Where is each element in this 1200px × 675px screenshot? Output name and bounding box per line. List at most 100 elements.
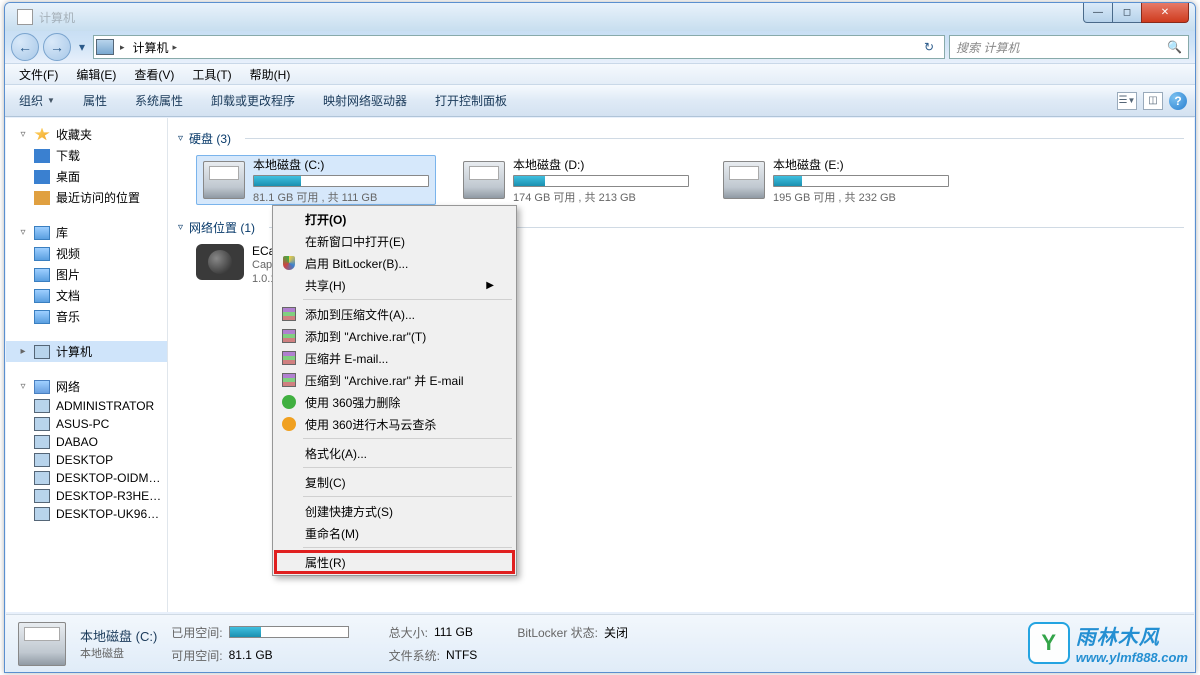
menu-edit[interactable]: 编辑(E)	[68, 64, 124, 85]
ctx-item-0[interactable]: 打开(O)	[275, 208, 514, 230]
search-input[interactable]: 搜索 计算机 🔍	[949, 35, 1189, 59]
drive-stat: 195 GB 可用 , 共 232 GB	[773, 189, 949, 205]
ctx-item-3[interactable]: 共享(H)▶	[275, 274, 514, 296]
ctx-label: 使用 360强力删除	[305, 394, 400, 411]
ctx-item-10[interactable]: 使用 360进行木马云查杀	[275, 413, 514, 435]
ctx-item-7[interactable]: 压缩并 E-mail...	[275, 347, 514, 369]
sidebar-net-3[interactable]: DESKTOP	[6, 451, 167, 469]
sidebar-libraries[interactable]: ▿库	[6, 222, 167, 243]
close-button[interactable]: ✕	[1141, 3, 1189, 23]
refresh-button[interactable]: ↻	[916, 40, 942, 54]
back-button[interactable]: ←	[11, 33, 39, 61]
tool-organize[interactable]: 组织 ▼	[13, 88, 61, 113]
sidebar-item-recent[interactable]: 最近访问的位置	[6, 187, 167, 208]
ctx-label: 压缩到 "Archive.rar" 并 E-mail	[305, 372, 464, 389]
menu-file[interactable]: 文件(F)	[11, 64, 66, 85]
view-mode-button[interactable]: ☰ ▼	[1117, 92, 1137, 110]
details-fs: NTFS	[446, 648, 477, 662]
section-drives-header[interactable]: ▿硬盘 (3)	[178, 126, 1184, 151]
360-icon	[282, 417, 296, 431]
ctx-item-5[interactable]: 添加到压缩文件(A)...	[275, 303, 514, 325]
ctx-item-12[interactable]: 格式化(A)...	[275, 442, 514, 464]
drive-item-1[interactable]: 本地磁盘 (D:) 174 GB 可用 , 共 213 GB	[456, 155, 696, 205]
ctx-item-6[interactable]: 添加到 "Archive.rar"(T)	[275, 325, 514, 347]
ctx-item-1[interactable]: 在新窗口中打开(E)	[275, 230, 514, 252]
body: ▿收藏夹 下载 桌面 最近访问的位置 ▿库 视频 图片 文档 音乐 ▸计算机 ▿…	[6, 118, 1194, 612]
minimize-button[interactable]: —	[1083, 3, 1113, 23]
sidebar-item-documents[interactable]: 文档	[6, 285, 167, 306]
pc-icon	[34, 435, 50, 449]
breadcrumb[interactable]: ▸ 计算机▸ ↻	[93, 35, 945, 59]
ctx-label: 压缩并 E-mail...	[305, 350, 388, 367]
ctx-label: 添加到 "Archive.rar"(T)	[305, 328, 426, 345]
usage-bar	[773, 175, 949, 187]
watermark-title: 雨林木风	[1076, 621, 1188, 650]
network-icon	[34, 380, 50, 394]
pc-icon	[34, 453, 50, 467]
sidebar-item-downloads[interactable]: 下载	[6, 145, 167, 166]
watermark-url: www.ylmf888.com	[1076, 650, 1188, 665]
ctx-label: 使用 360进行木马云查杀	[305, 416, 436, 433]
breadcrumb-seg-computer[interactable]: 计算机▸	[129, 36, 182, 58]
sidebar-net-5[interactable]: DESKTOP-R3HE…	[6, 487, 167, 505]
menu-view[interactable]: 查看(V)	[126, 64, 182, 85]
menu-bar: 文件(F) 编辑(E) 查看(V) 工具(T) 帮助(H)	[5, 63, 1195, 85]
sidebar-net-1[interactable]: ASUS-PC	[6, 415, 167, 433]
ctx-item-17[interactable]: 重命名(M)	[275, 522, 514, 544]
tool-mapdrive[interactable]: 映射网络驱动器	[317, 88, 413, 113]
breadcrumb-seg-root[interactable]: ▸	[116, 36, 129, 58]
camera-icon	[196, 244, 244, 280]
chevron-right-icon: ▶	[486, 280, 494, 291]
ctx-item-2[interactable]: 启用 BitLocker(B)...	[275, 252, 514, 274]
forward-button[interactable]: →	[43, 33, 71, 61]
360-icon	[282, 395, 296, 409]
tool-uninstall[interactable]: 卸载或更改程序	[205, 88, 301, 113]
ctx-item-14[interactable]: 复制(C)	[275, 471, 514, 493]
sidebar-network[interactable]: ▿网络	[6, 376, 167, 397]
sidebar-item-videos[interactable]: 视频	[6, 243, 167, 264]
ctx-item-9[interactable]: 使用 360强力删除	[275, 391, 514, 413]
drive-name: 本地磁盘 (E:)	[773, 156, 949, 173]
titlebar[interactable]: 计算机	[5, 3, 1195, 31]
ctx-item-8[interactable]: 压缩到 "Archive.rar" 并 E-mail	[275, 369, 514, 391]
ctx-label: 属性(R)	[305, 554, 346, 571]
sidebar-item-desktop[interactable]: 桌面	[6, 166, 167, 187]
sidebar-net-4[interactable]: DESKTOP-OIDM…	[6, 469, 167, 487]
star-icon	[34, 128, 50, 142]
help-icon[interactable]: ?	[1169, 92, 1187, 110]
library-icon	[34, 226, 50, 240]
sidebar-computer[interactable]: ▸计算机	[6, 341, 167, 362]
rar-icon	[282, 351, 296, 365]
preview-pane-button[interactable]: ◫	[1143, 92, 1163, 110]
search-icon[interactable]: 🔍	[1167, 40, 1182, 54]
sidebar-item-music[interactable]: 音乐	[6, 306, 167, 327]
details-bitlocker: 关闭	[604, 624, 628, 641]
menu-help[interactable]: 帮助(H)	[242, 64, 299, 85]
ctx-label: 格式化(A)...	[305, 445, 367, 462]
sidebar: ▿收藏夹 下载 桌面 最近访问的位置 ▿库 视频 图片 文档 音乐 ▸计算机 ▿…	[6, 118, 168, 612]
maximize-button[interactable]: ◻	[1112, 3, 1142, 23]
computer-icon	[96, 39, 114, 55]
search-placeholder: 搜索 计算机	[956, 39, 1019, 56]
drive-icon	[723, 161, 765, 199]
ctx-item-19[interactable]: 属性(R)	[275, 551, 514, 573]
pc-icon	[34, 399, 50, 413]
ctx-item-16[interactable]: 创建快捷方式(S)	[275, 500, 514, 522]
ctx-label: 添加到压缩文件(A)...	[305, 306, 415, 323]
sidebar-net-0[interactable]: ADMINISTRATOR	[6, 397, 167, 415]
sidebar-net-2[interactable]: DABAO	[6, 433, 167, 451]
download-icon	[34, 149, 50, 163]
sidebar-favorites[interactable]: ▿收藏夹	[6, 124, 167, 145]
drive-icon	[18, 622, 66, 666]
sidebar-net-6[interactable]: DESKTOP-UK96…	[6, 505, 167, 523]
desktop-icon	[34, 170, 50, 184]
tool-sysprops[interactable]: 系统属性	[129, 88, 189, 113]
tool-controlpanel[interactable]: 打开控制面板	[429, 88, 513, 113]
sidebar-item-pictures[interactable]: 图片	[6, 264, 167, 285]
drive-item-0[interactable]: 本地磁盘 (C:) 81.1 GB 可用 , 共 111 GB	[196, 155, 436, 205]
history-dropdown[interactable]: ▾	[75, 37, 89, 57]
menu-tools[interactable]: 工具(T)	[184, 64, 239, 85]
tool-properties[interactable]: 属性	[77, 88, 113, 113]
window-icon	[17, 9, 33, 25]
drive-item-2[interactable]: 本地磁盘 (E:) 195 GB 可用 , 共 232 GB	[716, 155, 956, 205]
